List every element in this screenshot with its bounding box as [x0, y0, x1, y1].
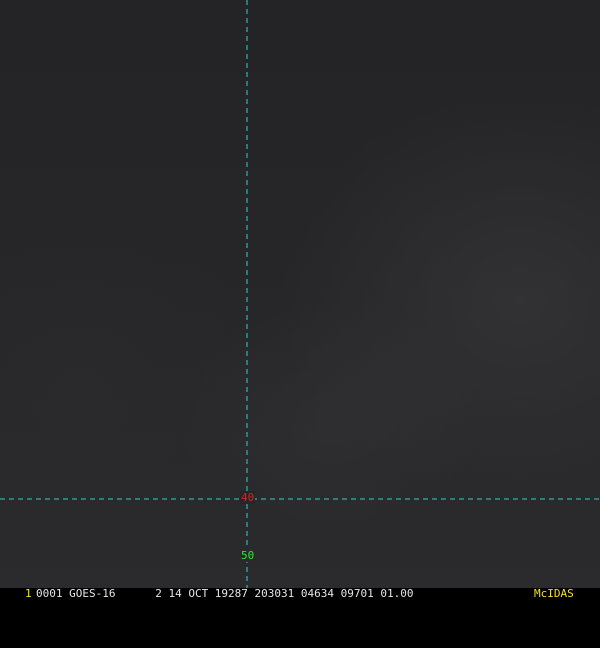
image-viewer: 40 50 1 0001 GOES-16 2 14 OCT 19287 2030…: [0, 0, 600, 600]
lat-lon-grid: [0, 0, 600, 588]
latitude-label: 40: [240, 491, 256, 504]
status-bar: 1 0001 GOES-16 2 14 OCT 19287 203031 046…: [0, 588, 600, 600]
software-label: McIDAS: [534, 587, 574, 600]
frame-number: 1: [25, 587, 32, 600]
longitude-label: 50: [240, 549, 256, 562]
image-info-text: 0001 GOES-16 2 14 OCT 19287 203031 04634…: [36, 587, 414, 600]
